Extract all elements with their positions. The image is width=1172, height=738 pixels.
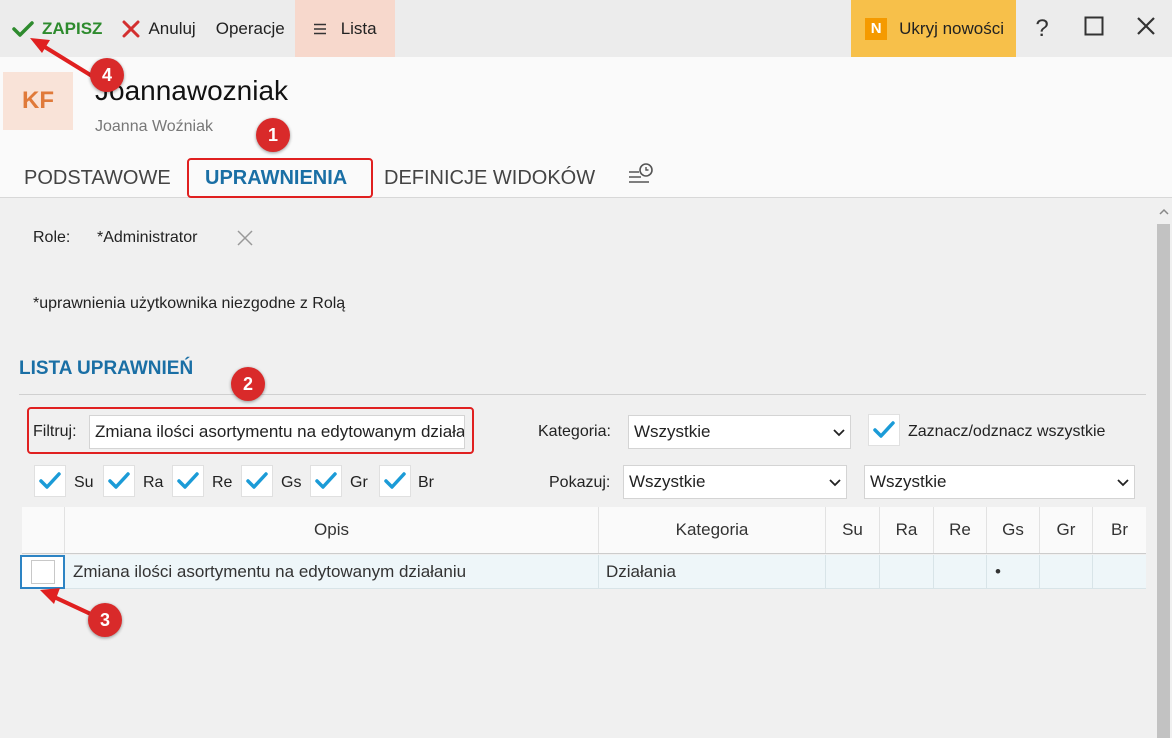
annotation-badge-4: 4: [90, 58, 124, 92]
annotation-badge-1: 1: [256, 118, 290, 152]
annotation-badge-3: 3: [88, 603, 122, 637]
annotation-arrows: [30, 38, 96, 618]
annotation-badge-2: 2: [231, 367, 265, 401]
